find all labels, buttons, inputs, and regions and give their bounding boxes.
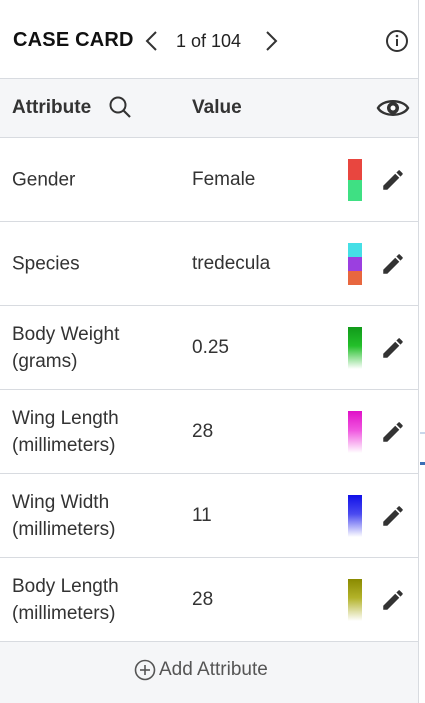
attribute-list: Gender Female Species tredecula Body Wei… <box>0 138 418 642</box>
attribute-value[interactable]: 11 <box>192 505 212 527</box>
attribute-name: Wing Width (millimeters) <box>12 491 116 540</box>
attribute-column-header: Attribute <box>12 97 92 118</box>
case-counter: 1 of 104 <box>176 31 242 51</box>
card-footer: Add Attribute <box>0 642 418 703</box>
color-gradient-swatch <box>348 495 362 537</box>
color-gradient-swatch <box>348 411 362 453</box>
add-attribute-label: Add Attribute <box>159 659 268 680</box>
case-card-panel: CASE CARD 1 of 104 Attribute Value Gende… <box>0 0 419 703</box>
attribute-row: Body Length (millimeters) 28 <box>0 558 418 642</box>
search-icon[interactable] <box>108 95 132 119</box>
background-divider <box>420 462 425 465</box>
pencil-icon[interactable] <box>380 587 406 613</box>
page-title: CASE CARD <box>13 29 134 51</box>
color-legend-swatch <box>348 159 362 201</box>
attribute-row: Gender Female <box>0 138 418 222</box>
pencil-icon[interactable] <box>380 335 406 361</box>
value-column-header: Value <box>192 97 242 118</box>
attribute-row: Species tredecula <box>0 222 418 306</box>
attribute-value[interactable]: tredecula <box>192 253 270 275</box>
attribute-name: Body Length (millimeters) <box>12 575 119 624</box>
case-card-header: CASE CARD 1 of 104 <box>0 0 418 79</box>
add-attribute-button[interactable]: Add Attribute <box>134 659 268 681</box>
column-header-row: Attribute Value <box>0 79 418 138</box>
background-divider <box>420 432 425 434</box>
attribute-value[interactable]: 28 <box>192 421 213 443</box>
pencil-icon[interactable] <box>380 419 406 445</box>
pencil-icon[interactable] <box>380 251 406 277</box>
plus-circle-icon <box>134 659 156 681</box>
attribute-value[interactable]: 28 <box>192 589 213 611</box>
eye-icon[interactable] <box>376 95 410 121</box>
pencil-icon[interactable] <box>380 503 406 529</box>
chevron-right-icon[interactable] <box>262 29 280 53</box>
attribute-row: Body Weight (grams) 0.25 <box>0 306 418 390</box>
attribute-name: Gender <box>12 169 76 190</box>
info-icon[interactable] <box>385 29 409 53</box>
attribute-name: Wing Length (millimeters) <box>12 407 119 456</box>
attribute-value[interactable]: Female <box>192 169 255 191</box>
attribute-value[interactable]: 0.25 <box>192 337 229 359</box>
attribute-name: Species <box>12 253 80 274</box>
color-gradient-swatch <box>348 327 362 369</box>
attribute-name: Body Weight (grams) <box>12 323 120 372</box>
pencil-icon[interactable] <box>380 167 406 193</box>
chevron-left-icon[interactable] <box>143 29 161 53</box>
color-gradient-swatch <box>348 579 362 621</box>
color-legend-swatch <box>348 243 362 285</box>
attribute-row: Wing Length (millimeters) 28 <box>0 390 418 474</box>
attribute-row: Wing Width (millimeters) 11 <box>0 474 418 558</box>
